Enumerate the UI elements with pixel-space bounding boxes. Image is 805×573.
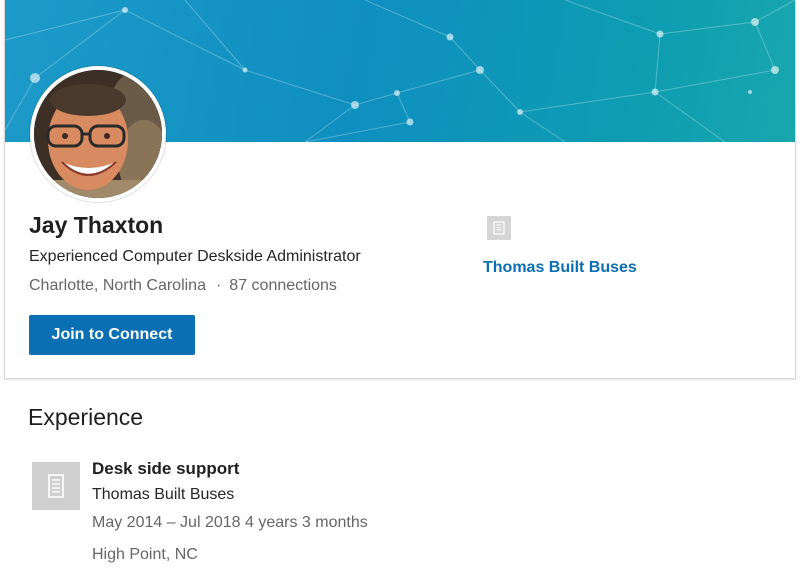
experience-company-logo[interactable] bbox=[32, 462, 80, 510]
profile-photo bbox=[34, 70, 162, 198]
building-icon bbox=[48, 474, 64, 498]
company-logo[interactable] bbox=[487, 216, 511, 240]
profile-name: Jay Thaxton bbox=[29, 212, 164, 238]
building-icon bbox=[493, 221, 505, 235]
profile-headline: Experienced Computer Deskside Administra… bbox=[29, 248, 361, 265]
meta-separator: · bbox=[215, 277, 222, 294]
profile-page: Jay Thaxton Experienced Computer Desksid… bbox=[0, 0, 805, 573]
profile-location: Charlotte, North Carolina bbox=[29, 277, 206, 294]
profile-connections: 87 connections bbox=[229, 277, 337, 294]
experience-heading: Experience bbox=[28, 404, 144, 430]
experience-company: Thomas Built Buses bbox=[92, 486, 235, 503]
profile-card: Jay Thaxton Experienced Computer Desksid… bbox=[4, 0, 796, 379]
experience-dates: May 2014 – Jul 2018 4 years 3 months bbox=[92, 514, 368, 531]
experience-location: High Point, NC bbox=[92, 546, 198, 563]
experience-role: Desk side support bbox=[92, 459, 240, 478]
profile-avatar bbox=[30, 66, 166, 202]
current-company-link[interactable]: Thomas Built Buses bbox=[483, 259, 637, 277]
profile-meta: Charlotte, North Carolina · 87 connections bbox=[29, 277, 337, 295]
join-to-connect-button[interactable]: Join to Connect bbox=[29, 315, 195, 355]
